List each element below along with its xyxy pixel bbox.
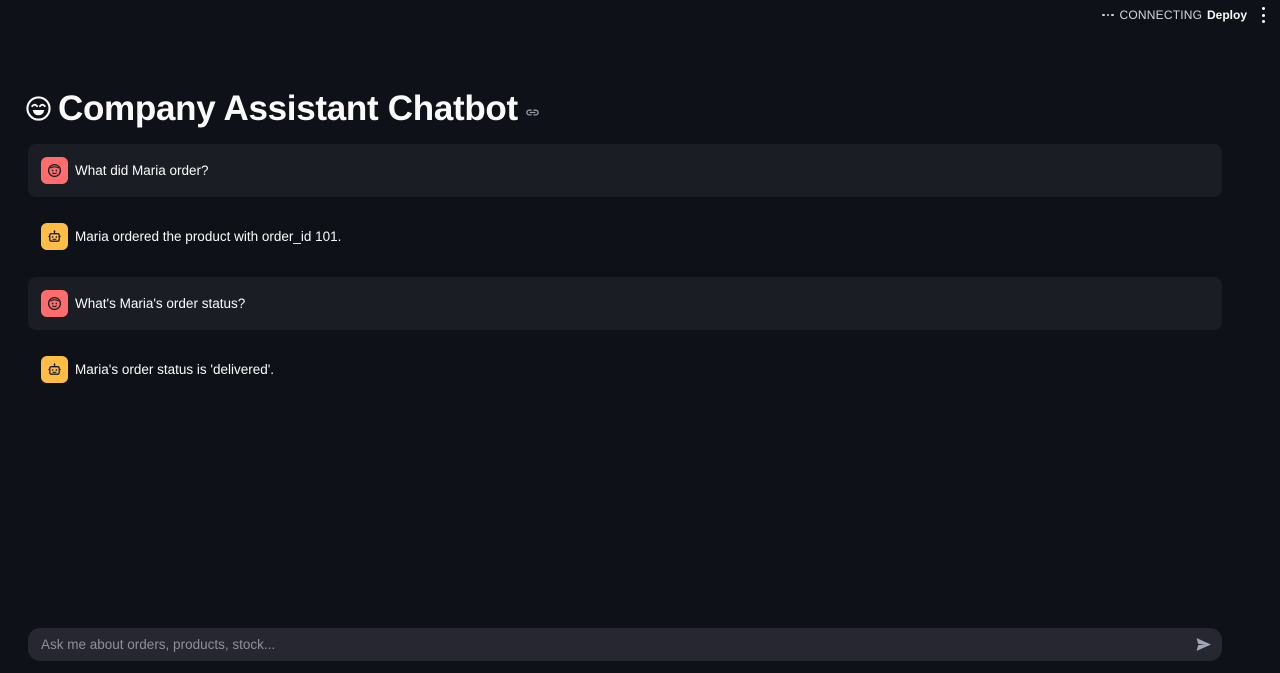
message-text: What's Maria's order status? <box>75 296 246 311</box>
top-header: CONNECTING Deploy <box>0 0 1280 30</box>
kebab-menu-icon[interactable] <box>1258 7 1268 23</box>
message-text: Maria ordered the product with order_id … <box>75 229 342 244</box>
assistant-avatar <box>41 356 68 383</box>
chat-input[interactable] <box>28 627 1186 662</box>
robot-icon <box>48 363 61 375</box>
smiling-face-icon <box>26 95 51 121</box>
send-button[interactable] <box>1186 628 1220 661</box>
robot-icon <box>48 230 61 242</box>
user-avatar <box>41 290 68 317</box>
ellipsis-icon <box>1102 13 1114 17</box>
app-root: CONNECTING Deploy Company Assistant Chat… <box>0 0 1280 673</box>
chat-message-user: What did Maria order? <box>28 144 1222 197</box>
status-label: CONNECTING <box>1119 8 1203 22</box>
chat-message-assistant: Maria ordered the product with order_id … <box>28 210 1222 263</box>
link-icon[interactable] <box>525 105 540 120</box>
user-avatar <box>41 157 68 184</box>
user-face-icon <box>47 163 62 178</box>
assistant-avatar <box>41 223 68 250</box>
chat-input-container <box>28 627 1222 662</box>
message-text: What did Maria order? <box>75 163 209 178</box>
page-title-row: Company Assistant Chatbot <box>26 88 540 130</box>
send-icon <box>1196 638 1211 651</box>
message-text: Maria's order status is 'delivered'. <box>75 362 275 377</box>
user-face-icon <box>47 296 62 311</box>
connection-status: CONNECTING <box>1102 8 1202 22</box>
chat-message-user: What's Maria's order status? <box>28 277 1222 330</box>
page-title: Company Assistant Chatbot <box>58 89 518 128</box>
chat-message-assistant: Maria's order status is 'delivered'. <box>28 343 1222 396</box>
deploy-button[interactable]: Deploy <box>1200 4 1254 26</box>
